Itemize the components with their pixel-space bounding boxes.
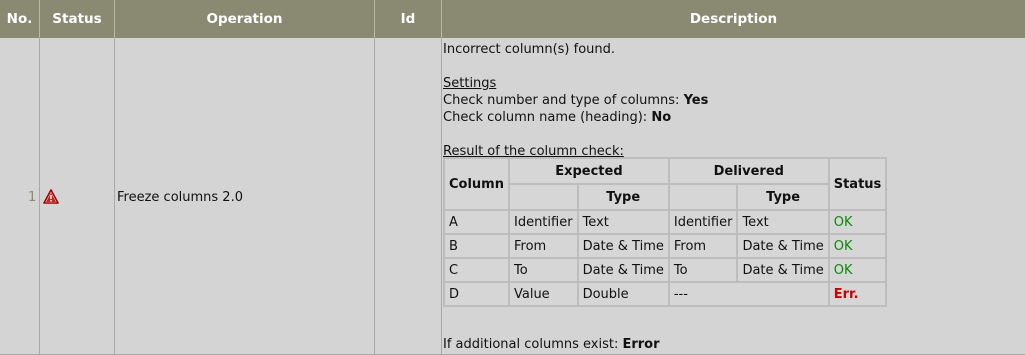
column-check-table: Column Expected Delivered Status Type Ty… (443, 157, 888, 307)
table-row: A Identifier Text Identifier Text OK (444, 210, 887, 234)
header-description[interactable]: Description (442, 0, 1025, 38)
col-id (375, 38, 442, 355)
header-status[interactable]: Status (40, 0, 115, 38)
header-operation[interactable]: Operation (115, 0, 375, 38)
cell-delivered-type: Date & Time (737, 258, 829, 282)
th-status: Status (828, 158, 887, 210)
setting-check-heading: Check column name (heading): No (443, 109, 1023, 126)
additional-columns-value: Error (622, 337, 660, 352)
cell-delivered-type: Date & Time (737, 234, 829, 258)
additional-columns-label: If additional columns exist: (443, 337, 623, 352)
cell-delivered-name: To (668, 258, 738, 282)
setting-check-columns: Check number and type of columns: Yes (443, 92, 1023, 109)
cell-status-ok: OK (828, 234, 887, 258)
cell-column: A (444, 210, 509, 234)
cell-expected-name: Value (508, 282, 578, 306)
th-delivered: Delivered (668, 158, 829, 184)
cell-expected-type: Double (577, 282, 669, 306)
results-grid: No. Status Operation Id Description 1 Fr… (0, 0, 1025, 355)
cell-delivered-type: Text (737, 210, 829, 234)
header-no[interactable]: No. (0, 0, 40, 38)
setting-check-columns-value: Yes (683, 93, 709, 108)
cell-column: C (444, 258, 509, 282)
cell-expected-type: Text (577, 210, 669, 234)
table-row: B From Date & Time From Date & Time OK (444, 234, 887, 258)
cell-status-err: Err. (828, 282, 887, 306)
cell-delivered-name: Identifier (668, 210, 738, 234)
operation-name: Freeze columns 2.0 (117, 190, 243, 205)
cell-column: D (444, 282, 509, 306)
cell-status-ok: OK (828, 210, 887, 234)
cell-expected-name: To (508, 258, 578, 282)
table-row: D Value Double --- Err. (444, 282, 887, 306)
th-delivered-type: Type (737, 184, 829, 210)
cell-expected-name: From (508, 234, 578, 258)
row-number: 1 (28, 190, 37, 205)
th-expected-type: Type (577, 184, 669, 210)
cell-expected-type: Date & Time (577, 234, 669, 258)
th-expected-name (508, 184, 578, 210)
description-summary: Incorrect column(s) found. (443, 42, 616, 57)
header-id[interactable]: Id (375, 0, 442, 38)
cell-expected-name: Identifier (508, 210, 578, 234)
th-delivered-name (668, 184, 738, 210)
setting-check-heading-value: No (651, 110, 672, 125)
cell-expected-type: Date & Time (577, 258, 669, 282)
cell-delivered-name: From (668, 234, 738, 258)
setting-check-columns-label: Check number and type of columns: (443, 93, 684, 108)
th-column: Column (444, 158, 509, 210)
warning-triangle-icon (43, 189, 59, 204)
table-row: C To Date & Time To Date & Time OK (444, 258, 887, 282)
cell-column: B (444, 234, 509, 258)
cell-status-ok: OK (828, 258, 887, 282)
setting-check-heading-label: Check column name (heading): (443, 110, 652, 125)
additional-columns-setting: If additional columns exist: Error (443, 337, 660, 352)
description-cell: Incorrect column(s) found. Settings Chec… (443, 41, 1023, 160)
th-expected: Expected (508, 158, 669, 184)
cell-delivered-missing: --- (668, 282, 829, 306)
settings-title: Settings (443, 76, 497, 91)
